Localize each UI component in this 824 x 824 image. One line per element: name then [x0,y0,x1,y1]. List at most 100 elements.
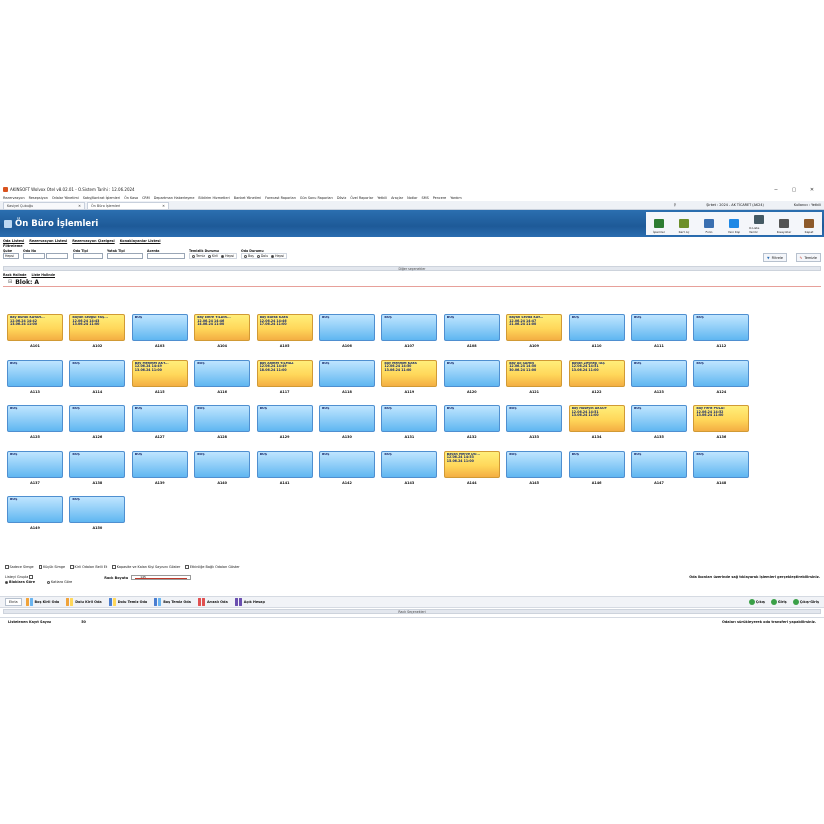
checkout-button[interactable]: Çıkış [748,599,765,605]
room-tile[interactable]: BOŞ A116 [194,359,252,398]
room-tile[interactable]: BOŞ A137 [7,450,65,489]
menu-item[interactable]: Resepsiyon [29,196,48,200]
room-card[interactable]: BOŞ [131,450,188,478]
room-card[interactable]: BOŞ [631,450,687,478]
room-card[interactable]: Bay Hüseyin AKSOY 12.06.24 14:51 13.06.24 … [568,405,625,432]
room-tile[interactable]: BOŞ A126 [69,405,127,443]
room-card[interactable]: Bayan Sevda KAY... 12.06.24 14:47 21.06.24… [506,314,563,341]
option-checkbox[interactable]: Sadece Simge [5,565,34,569]
oda-no-to-input[interactable] [46,253,68,259]
room-card[interactable]: BOŞ [693,359,750,387]
search-icon[interactable]: ⚲ [674,203,676,207]
room-tile[interactable]: BOŞ A103 [131,314,190,352]
option-checkbox[interactable]: Kapasite ve Kalan Kişi Sayısını Göster [112,565,180,569]
room-tile[interactable]: BOŞ A114 [69,359,127,398]
room-card[interactable]: BOŞ [256,450,313,478]
room-tile[interactable]: Bay Emre YILDIR... 12.06.24 14:46 14.06.24… [194,314,252,352]
room-card[interactable]: Bay Ferit POLAT 12.06.24 14:52 13.06.24 11… [693,405,750,432]
menu-item[interactable]: Yardım [450,196,461,200]
room-card[interactable]: BOŞ [131,314,188,341]
oda-dolu-radio[interactable]: Dolu [256,254,268,258]
toolbar-button[interactable]: O.Liste Yazdır [749,213,769,234]
room-card[interactable]: BOŞ [631,314,687,341]
room-card[interactable]: Bay Ahmet YILMAZ 12.06.24 14:49 18.06.24 1… [256,359,313,387]
room-tile[interactable]: BOŞ A141 [256,450,315,489]
room-tile[interactable]: Bay Mehmet AKY... 12.06.24 14:49 13.06.24 … [131,359,190,398]
room-tile[interactable]: BOŞ A149 [7,496,65,534]
room-card[interactable]: BOŞ [319,359,375,387]
room-card[interactable]: BOŞ [693,314,750,341]
checkbox-box[interactable] [38,565,43,569]
room-tile[interactable]: BOŞ A113 [7,359,65,398]
subtab[interactable]: Konaklayanlar Listesi [120,239,161,243]
room-card[interactable]: Bayan Merve DO... 12.06.24 14:53 15.06.24 … [443,450,500,478]
room-card[interactable]: BOŞ [69,450,126,478]
tab-kasiyel[interactable]: Kasiyel Çubuğu ✕ [3,202,85,209]
room-tile[interactable]: Bay Ali ŞAHİN 12.06.24 14:50 30.06.24 11:0… [506,359,564,398]
room-tile[interactable]: BOŞ A142 [319,450,377,489]
room-card[interactable]: Bayan Sezgül YAŞ... 12.06.24 14:43 13.06.2… [69,314,126,341]
room-tile[interactable]: BOŞ A145 [506,450,564,489]
menu-item[interactable]: Rezervasyon [3,196,25,200]
group-by-block-radio[interactable]: Bloklara Göre [5,580,35,584]
minimize-button[interactable]: − [767,187,785,193]
toolbar-button[interactable]: Kapat [799,213,819,234]
menu-item[interactable]: Araçlar [391,196,403,200]
room-tile[interactable]: Bayan Zeynep TAŞ 12.06.24 14:51 13.06.24 1… [568,359,627,398]
room-tile[interactable]: BOŞ A138 [69,450,127,489]
room-card[interactable]: BOŞ [443,314,500,341]
room-card[interactable]: BOŞ [7,496,63,523]
room-tile[interactable]: Bayan Sevda KAY... 12.06.24 14:47 21.06.24… [506,314,564,352]
menu-item[interactable]: Pencere [433,196,447,200]
collapse-icon[interactable]: ⊟ [8,279,12,285]
room-tile[interactable]: Bay Hüseyin AKSOY 12.06.24 14:51 13.06.24 … [568,405,627,443]
room-tile[interactable]: BOŞ A150 [69,496,127,534]
oda-bos-radio[interactable]: Boş [244,254,254,258]
room-card[interactable]: BOŞ [69,496,126,523]
menu-item[interactable]: CRM [142,196,150,200]
room-tile[interactable]: BOŞ A148 [693,450,751,489]
room-card[interactable]: BOŞ [69,359,126,387]
menu-item[interactable]: Döviz [337,196,346,200]
room-card[interactable]: BOŞ [568,314,625,341]
subtab[interactable]: Rezervasyon Listesi [29,239,67,243]
menu-item[interactable]: Özel Raporlar [350,196,373,200]
close-icon[interactable]: ✕ [162,204,165,208]
room-card[interactable]: Bay Burak KAYAH... 12.06.24 14:42 13.06.24… [7,314,63,341]
temizle-button[interactable]: ✎ Temizle [795,253,821,262]
room-tile[interactable]: BOŞ A112 [693,314,751,352]
room-tile[interactable]: BOŞ A110 [568,314,627,352]
maximize-button[interactable]: ▢ [785,187,803,193]
room-card[interactable]: BOŞ [381,450,438,478]
menu-item[interactable]: Ön Kasa [124,196,138,200]
toolbar-button[interactable]: Yeni Kişi [724,213,744,234]
subtab[interactable]: Rezervasyon Çizelgesi [72,239,115,243]
room-tile[interactable]: Bay Burak KAYAH... 12.06.24 14:42 13.06.24… [7,314,65,352]
toolbar-button[interactable]: Kısayollar [774,213,794,234]
room-tile[interactable]: BOŞ A130 [319,405,377,443]
oda-hepsi-radio[interactable]: Hepsi [271,254,284,258]
room-card[interactable]: BOŞ [131,405,188,432]
room-card[interactable]: BOŞ [256,405,313,432]
option-checkbox[interactable]: Kirli Odaları Belli Et [70,565,107,569]
room-card[interactable]: BOŞ [443,405,500,432]
checkout-checkin-button[interactable]: Çıkış-Giriş [792,599,819,605]
room-card[interactable]: BOŞ [319,314,375,341]
room-tile[interactable]: BOŞ A125 [7,405,65,443]
oda-tipi-select[interactable] [73,253,103,259]
tab-rack-view[interactable]: Rack Halinde [3,273,26,277]
toolbar-button[interactable]: Kart Aç [674,213,694,234]
room-card[interactable]: BOŞ [693,450,750,478]
tab-on-buro[interactable]: Ön Büro İşlemleri ✕ [87,202,169,209]
checkbox-box[interactable] [112,565,116,569]
room-tile[interactable]: BOŞ A133 [506,405,564,443]
room-card[interactable]: BOŞ [506,450,563,478]
room-tile[interactable]: BOŞ A107 [381,314,439,352]
group-by-floor-radio[interactable]: Katlara Göre [47,580,72,584]
room-card[interactable]: Bay Mehmet KAYA 12.06.24 14:50 13.06.24 11… [381,359,438,387]
toolbar-button[interactable]: Folio [699,213,719,234]
close-button[interactable]: ✕ [803,187,821,193]
room-tile[interactable]: Bay Ferit POLAT 12.06.24 14:52 13.06.24 11… [693,405,751,443]
menu-item[interactable]: SMS [422,196,429,200]
room-tile[interactable]: Bay Mehmet KAYA 12.06.24 14:50 13.06.24 11… [381,359,439,398]
